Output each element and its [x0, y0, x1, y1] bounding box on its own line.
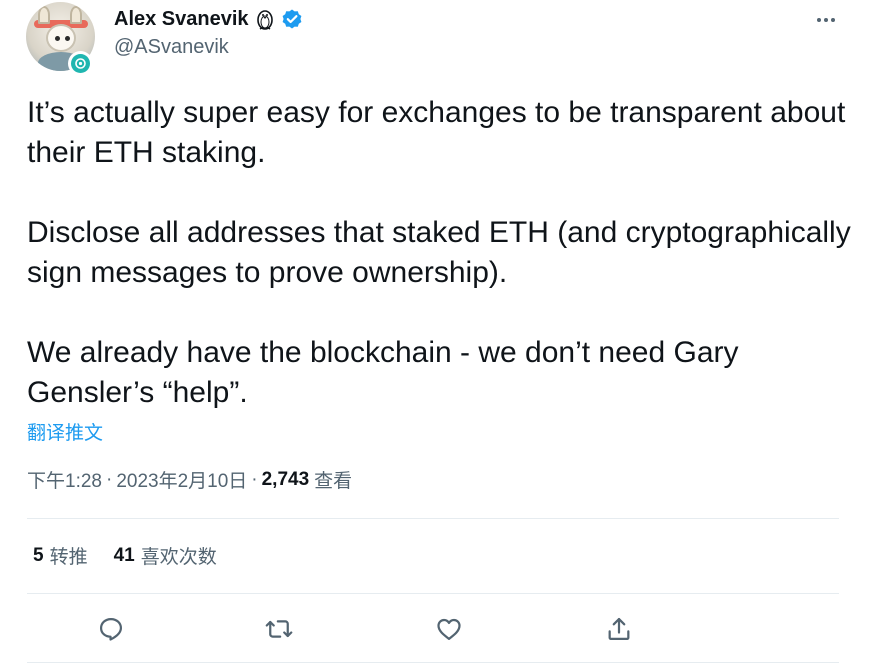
affiliate-badge[interactable]: [68, 51, 93, 76]
translate-tweet-link[interactable]: 翻译推文: [27, 418, 103, 445]
more-icon[interactable]: [812, 10, 840, 30]
verified-badge-icon[interactable]: [281, 8, 303, 30]
meta-separator: ·: [251, 468, 258, 490]
more-dot: [831, 18, 835, 22]
penguin-icon: [255, 8, 275, 30]
reply-icon: [99, 617, 123, 641]
retweets-stat[interactable]: 5 转推: [33, 542, 88, 569]
views-label: 查看: [314, 471, 353, 492]
display-name[interactable]: Alex Svanevik: [114, 8, 249, 31]
more-dot: [817, 18, 821, 22]
like-button[interactable]: [432, 612, 466, 646]
share-icon: [608, 617, 630, 641]
tweet-meta: 下午1:28 · 2023年2月10日 · 2,743 查看: [27, 466, 352, 493]
divider: [27, 518, 839, 519]
tweet-date[interactable]: 2023年2月10日: [116, 466, 247, 493]
tweet-time[interactable]: 下午1:28: [27, 466, 102, 493]
share-button[interactable]: [602, 612, 636, 646]
heart-icon: [437, 618, 461, 641]
tweet-paragraph: It’s actually super easy for exchanges t…: [27, 96, 846, 169]
affiliate-badge-icon: [71, 54, 90, 73]
avatar-eye-left: [55, 36, 60, 41]
avatar-face: [46, 24, 76, 52]
avatar-eye-right: [65, 36, 70, 41]
tweet-paragraph: Disclose all addresses that staked ETH (…: [27, 216, 851, 289]
divider: [27, 593, 839, 594]
tweet-stats: 5 转推 41 喜欢次数: [33, 542, 243, 569]
tweet-header: Alex Svanevik @ASvanevik: [26, 2, 856, 76]
tweet-paragraph: We already have the blockchain - we don’…: [27, 336, 739, 409]
meta-separator: ·: [105, 468, 113, 490]
reply-button[interactable]: [94, 612, 128, 646]
name-row: Alex Svanevik: [114, 6, 303, 32]
tweet-text: It’s actually super easy for exchanges t…: [27, 93, 857, 413]
avatar-horn-right: [70, 6, 82, 24]
views-count: 2,743: [261, 468, 310, 490]
retweet-button[interactable]: [262, 612, 296, 646]
tweet-actions: [27, 604, 839, 654]
more-dot: [824, 18, 828, 22]
retweets-count: 5: [33, 544, 44, 566]
avatar-horn-left: [38, 6, 50, 24]
retweets-label: 转推: [49, 547, 88, 568]
likes-stat[interactable]: 41 喜欢次数: [114, 542, 217, 569]
retweet-icon: [265, 620, 293, 638]
divider: [27, 662, 839, 663]
user-handle[interactable]: @ASvanevik: [114, 36, 229, 59]
likes-label: 喜欢次数: [140, 547, 217, 568]
likes-count: 41: [113, 544, 135, 566]
